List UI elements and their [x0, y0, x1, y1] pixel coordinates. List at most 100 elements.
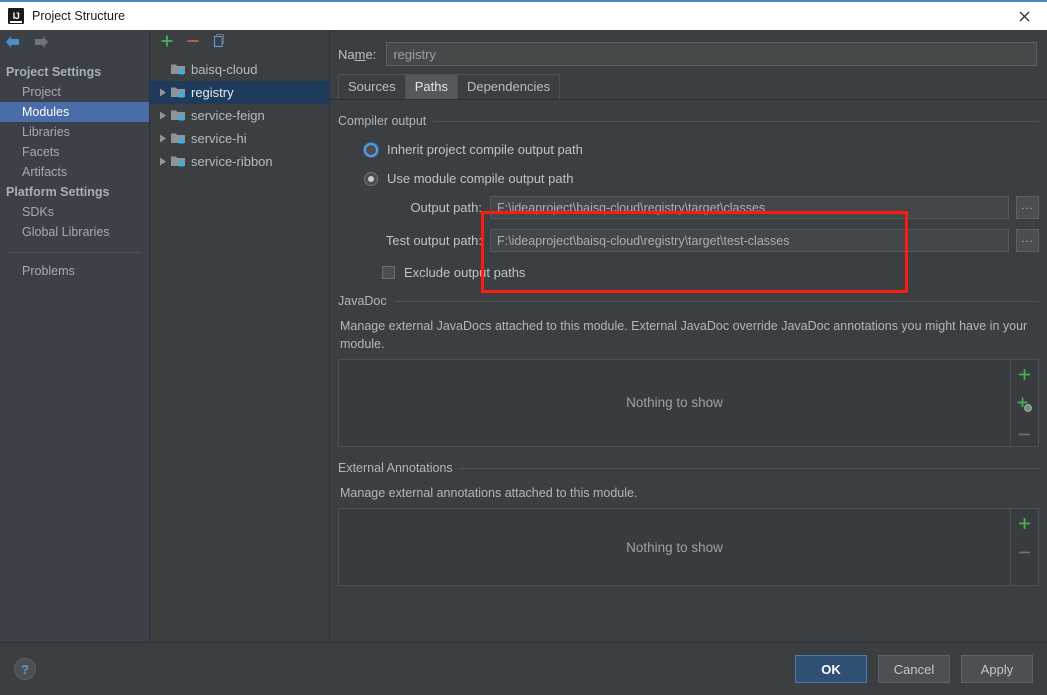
radio-indicator — [364, 142, 378, 157]
arrow-left-icon[interactable] — [4, 35, 22, 51]
dialog-footer: ? OK Cancel Apply — [0, 643, 1047, 695]
output-path-input[interactable] — [490, 196, 1009, 219]
chevron-right-icon[interactable] — [156, 157, 170, 166]
table-row[interactable]: baisq-cloud — [150, 58, 329, 81]
ok-button[interactable]: OK — [795, 655, 867, 683]
output-path-row: Output path: ... — [338, 196, 1039, 219]
dialog-body: Project Settings Project Modules Librari… — [0, 30, 1047, 643]
module-name-row: Name: — [330, 30, 1047, 74]
module-icon — [170, 62, 186, 77]
sidebar-divider — [8, 252, 141, 253]
modules-list: baisq-cloud registry service-feign servi… — [150, 56, 329, 173]
external-annotations-description: Manage external annotations attached to … — [340, 486, 638, 501]
sidebar-group-header-project-settings: Project Settings — [6, 65, 102, 79]
minus-icon — [1018, 546, 1031, 564]
radio-label: Use module compile output path — [387, 171, 574, 186]
table-row[interactable]: service-hi — [150, 127, 329, 150]
sidebar-item-sdks[interactable]: SDKs — [0, 202, 149, 222]
modules-tree-panel: baisq-cloud registry service-feign servi… — [150, 30, 330, 642]
javadoc-listbox[interactable]: Nothing to show — [339, 360, 1010, 444]
checkbox-label: Exclude output paths — [404, 265, 526, 280]
sidebar-item-global-libraries[interactable]: Global Libraries — [0, 222, 149, 242]
javadoc-listbox-wrapper: Nothing to show — [338, 359, 1039, 448]
table-row[interactable]: service-ribbon — [150, 150, 329, 173]
sidebar-item-artifacts[interactable]: Artifacts — [0, 162, 149, 182]
use-module-output-radio[interactable]: Use module compile output path — [364, 171, 1039, 186]
javadoc-group-header: JavaDoc — [338, 294, 1039, 308]
plus-globe-icon[interactable] — [1017, 397, 1032, 417]
sidebar-nav-arrows — [0, 30, 149, 56]
paths-tab-content: Compiler output Inherit project compile … — [330, 100, 1047, 642]
inherit-project-output-radio[interactable]: Inherit project compile output path — [364, 142, 1039, 157]
chevron-right-icon[interactable] — [156, 111, 170, 120]
sidebar-group-header-platform-settings: Platform Settings — [6, 185, 110, 199]
javadoc-listbox-tools — [1010, 360, 1038, 447]
sidebar-list: Project Settings Project Modules Librari… — [0, 56, 149, 281]
modules-toolbar — [150, 30, 329, 56]
intellij-idea-logo-icon — [8, 8, 24, 24]
external-annotations-group-header: External Annotations — [338, 461, 1039, 475]
module-label: baisq-cloud — [191, 62, 258, 77]
test-output-path-row: Test output path: ... — [338, 229, 1039, 252]
module-editor-tabs: Sources Paths Dependencies — [330, 74, 1047, 100]
group-title: Compiler output — [338, 114, 427, 128]
project-structure-dialog: Project Structure — [0, 0, 1047, 695]
table-row[interactable]: service-feign — [150, 104, 329, 127]
copy-icon[interactable] — [212, 33, 227, 53]
checkbox-indicator — [382, 266, 395, 279]
module-name-label: Name: — [338, 46, 377, 62]
table-row[interactable]: registry — [150, 81, 329, 104]
radio-indicator — [364, 171, 378, 186]
output-path-label: Output path: — [410, 200, 482, 215]
module-editor-panel: Name: Sources Paths Dependencies Compile… — [330, 30, 1047, 642]
minus-icon[interactable] — [186, 34, 200, 53]
plus-icon[interactable] — [1018, 368, 1031, 386]
module-label: service-ribbon — [191, 154, 273, 169]
module-label: service-hi — [191, 131, 247, 146]
compiler-output-group-header: Compiler output — [338, 114, 1039, 128]
external-annotations-listbox[interactable]: Nothing to show — [339, 509, 1010, 585]
exclude-output-paths-checkbox[interactable]: Exclude output paths — [382, 265, 1039, 280]
test-output-path-input[interactable] — [490, 229, 1009, 252]
test-output-path-browse-button[interactable]: ... — [1016, 229, 1039, 252]
external-annotations-listbox-wrapper: Nothing to show — [338, 508, 1039, 587]
close-icon[interactable] — [1002, 2, 1047, 30]
sidebar-item-facets[interactable]: Facets — [0, 142, 149, 162]
sidebar-item-project[interactable]: Project — [0, 82, 149, 102]
group-title: External Annotations — [338, 461, 453, 476]
tab-dependencies[interactable]: Dependencies — [456, 74, 561, 99]
module-icon — [170, 154, 186, 169]
external-annotations-listbox-tools — [1010, 509, 1038, 586]
module-icon — [170, 108, 186, 123]
output-path-browse-button[interactable]: ... — [1016, 196, 1039, 219]
plus-icon[interactable] — [160, 34, 174, 53]
test-output-path-label: Test output path: — [385, 233, 482, 248]
module-name-input[interactable] — [386, 42, 1037, 66]
chevron-right-icon[interactable] — [156, 88, 170, 97]
javadoc-description: Manage external JavaDocs attached to thi… — [340, 319, 1028, 352]
arrow-right-icon — [32, 35, 50, 51]
plus-icon[interactable] — [1018, 517, 1031, 535]
window-titlebar: Project Structure — [0, 2, 1047, 30]
module-icon — [170, 85, 186, 100]
help-icon[interactable]: ? — [14, 658, 36, 680]
radio-label: Inherit project compile output path — [387, 142, 583, 157]
tab-paths[interactable]: Paths — [404, 74, 458, 99]
divider — [393, 300, 1039, 302]
apply-button[interactable]: Apply — [961, 655, 1033, 683]
cancel-button[interactable]: Cancel — [878, 655, 950, 683]
divider — [459, 467, 1039, 469]
divider — [433, 120, 1039, 122]
sidebar-item-libraries[interactable]: Libraries — [0, 122, 149, 142]
module-label: service-feign — [191, 108, 265, 123]
chevron-right-icon[interactable] — [156, 134, 170, 143]
window-title: Project Structure — [32, 9, 126, 23]
minus-icon — [1018, 428, 1031, 446]
sidebar-item-problems[interactable]: Problems — [0, 261, 149, 281]
sidebar-item-modules[interactable]: Modules — [0, 102, 149, 122]
module-label: registry — [191, 85, 234, 100]
module-icon — [170, 131, 186, 146]
group-title: JavaDoc — [338, 294, 387, 308]
settings-sidebar: Project Settings Project Modules Librari… — [0, 30, 150, 642]
tab-sources[interactable]: Sources — [338, 74, 406, 99]
